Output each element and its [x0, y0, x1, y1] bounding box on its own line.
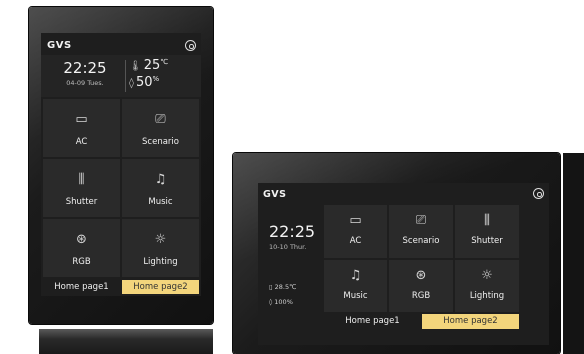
status-area: 22:25 10-10 Thur. ▯ 28.5℃ ◊ 100%	[258, 205, 323, 345]
tile-lighting[interactable]: ☼ Lighting	[122, 219, 199, 277]
brand-logo: GVS	[263, 189, 287, 200]
tile-label: RGB	[411, 291, 431, 301]
clock-time: 22:25	[269, 222, 316, 241]
shutter-icon: ⫼	[78, 172, 85, 187]
humidity-readout: ◊ 50%	[129, 75, 159, 90]
tile-rgb[interactable]: ⊛ RGB	[389, 260, 453, 312]
tile-label: Scenario	[402, 236, 440, 246]
tile-label: Music	[148, 197, 173, 207]
smart-panel-portrait: GVS 22:25 04-09 Tues. 🌡︎ 25℃ ◊ 50% ▭ AC ⎚ …	[29, 7, 213, 324]
status-area: 22:25 04-09 Tues. 🌡︎ 25℃ ◊ 50%	[41, 55, 201, 97]
tile-music[interactable]: ♫ Music	[324, 260, 387, 312]
temperature-readout: 🌡︎ 25℃	[129, 58, 168, 73]
tile-label: Music	[343, 291, 368, 301]
rgb-icon: ⊛	[76, 232, 87, 247]
humidity-readout: ◊ 100%	[269, 298, 293, 306]
droplet-icon: ◊	[129, 78, 134, 89]
tile-music[interactable]: ♫ Music	[122, 159, 199, 217]
panel-screen: GVS 22:25 10-10 Thur. ▯ 28.5℃ ◊ 100% ▭ A…	[258, 183, 549, 345]
brand-logo: GVS	[47, 40, 72, 51]
thermometer-icon: 🌡︎	[129, 61, 142, 72]
humidity-value: 50	[135, 75, 153, 90]
temperature-unit: ℃	[160, 58, 169, 66]
ac-icon: ▭	[75, 112, 88, 127]
humidity-value: 100%	[274, 298, 293, 306]
clock-date: 10-10 Thur.	[269, 243, 307, 251]
tile-ac[interactable]: ▭ AC	[324, 205, 387, 258]
tile-shutter[interactable]: ⫼ Shutter	[43, 159, 120, 217]
temperature-value: 25	[143, 58, 161, 73]
tile-scenario[interactable]: ⎚ Scenario	[122, 99, 199, 157]
clock-time: 22:25	[63, 59, 107, 77]
tile-label: RGB	[72, 257, 91, 267]
tile-label: AC	[75, 137, 88, 147]
tile-scenario[interactable]: ⎚ Scenario	[389, 205, 453, 258]
status-divider	[125, 60, 126, 92]
tile-lighting[interactable]: ☼ Lighting	[455, 260, 519, 312]
temperature-value: 28.5℃	[274, 283, 297, 291]
scenario-icon: ⎚	[155, 112, 166, 127]
tile-rgb[interactable]: ⊛ RGB	[43, 219, 120, 277]
tile-label: Lighting	[469, 291, 505, 301]
ac-icon: ▭	[349, 213, 362, 228]
smart-panel-landscape: GVS 22:25 10-10 Thur. ▯ 28.5℃ ◊ 100% ▭ A…	[233, 153, 560, 354]
clock-date: 04-09 Tues.	[66, 79, 104, 87]
music-icon: ♫	[154, 172, 167, 187]
tile-label: Scenario	[142, 137, 179, 147]
tab-home-page2[interactable]: Home page2	[122, 280, 199, 294]
panel-screen: GVS 22:25 04-09 Tues. 🌡︎ 25℃ ◊ 50% ▭ AC ⎚ …	[41, 33, 201, 296]
tile-label: Shutter	[65, 197, 98, 207]
music-icon: ♫	[349, 268, 362, 283]
tile-label: Shutter	[471, 236, 503, 246]
lighting-icon: ☼	[481, 268, 493, 283]
rgb-icon: ⊛	[415, 268, 427, 283]
settings-wheel-icon[interactable]	[533, 188, 544, 199]
temperature-readout: ▯ 28.5℃	[269, 283, 296, 291]
tile-ac[interactable]: ▭ AC	[43, 99, 120, 157]
settings-wheel-icon[interactable]	[185, 40, 196, 51]
tab-home-page2[interactable]: Home page2	[422, 314, 519, 329]
tab-home-page1[interactable]: Home page1	[324, 314, 421, 329]
partial-device-bottom	[39, 329, 213, 354]
tile-label: Lighting	[143, 257, 178, 267]
shutter-icon: ⫼	[484, 213, 490, 228]
humidity-unit: %	[152, 75, 160, 83]
tile-label: AC	[349, 236, 362, 246]
scenario-icon: ⎚	[415, 213, 427, 228]
lighting-icon: ☼	[154, 232, 167, 247]
tile-shutter[interactable]: ⫼ Shutter	[455, 205, 519, 258]
partial-device-right	[563, 153, 584, 354]
tab-home-page1[interactable]: Home page1	[43, 280, 120, 294]
